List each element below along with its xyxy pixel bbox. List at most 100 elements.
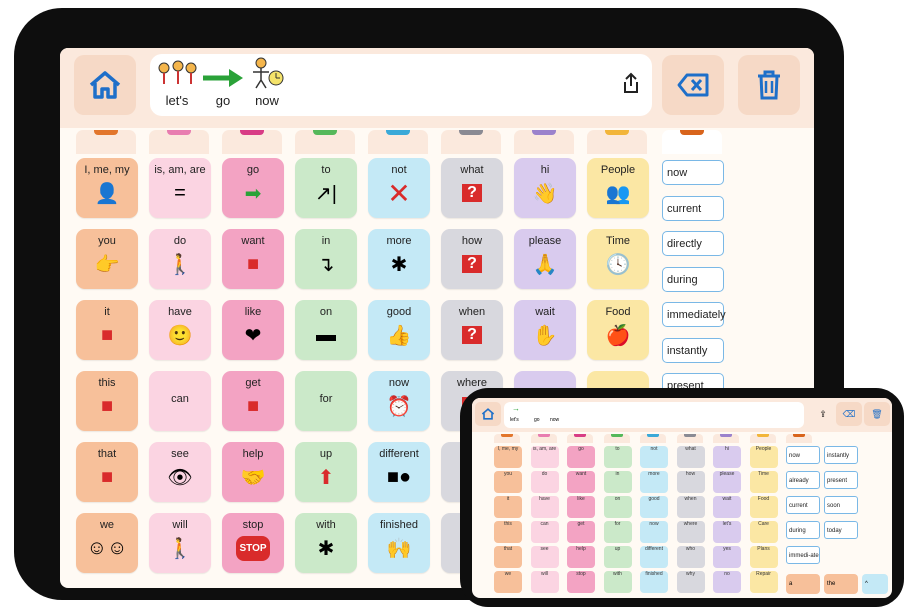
small-word-button[interactable]: now — [640, 521, 668, 543]
word-button[interactable]: finished 🙌 — [368, 513, 430, 573]
word-button[interactable]: help 🤝 — [222, 442, 284, 502]
word-button[interactable]: like ❤ — [222, 300, 284, 360]
word-button[interactable]: you 👉 — [76, 229, 138, 289]
small-word-button[interactable]: help — [567, 546, 595, 568]
small-category-tab[interactable] — [530, 434, 557, 443]
word-list-item[interactable]: now — [662, 160, 724, 185]
category-tab[interactable] — [368, 130, 428, 154]
word-button[interactable]: on ▬ — [295, 300, 357, 360]
small-scroll-up-button[interactable]: ^ — [862, 574, 888, 594]
small-word-button[interactable]: Repair — [749, 571, 778, 593]
small-word-list-item[interactable]: during — [786, 521, 820, 539]
category-tab[interactable] — [587, 130, 647, 154]
word-button[interactable]: will 🚶 — [149, 513, 211, 573]
small-word-list-item[interactable]: already — [786, 471, 820, 489]
word-button[interactable]: we ☺☺ — [76, 513, 138, 573]
small-category-tab[interactable] — [640, 434, 666, 443]
small-word-button[interactable]: no — [713, 571, 741, 593]
word-button[interactable]: more ✱ — [368, 229, 430, 289]
word-button[interactable]: not ✕ — [368, 158, 430, 218]
category-tab[interactable] — [514, 130, 574, 154]
small-word-button[interactable]: Plans — [749, 546, 778, 568]
small-word-button[interactable]: what — [676, 446, 705, 468]
small-word-button[interactable]: for — [603, 521, 632, 543]
word-button[interactable]: please 🙏 — [514, 229, 576, 289]
small-word-button[interactable]: in — [603, 471, 632, 493]
small-word-button[interactable]: more — [640, 471, 668, 493]
small-word-button[interactable]: I, me, my — [494, 446, 522, 468]
small-word-button[interactable]: that — [494, 546, 522, 568]
word-button[interactable]: is, am, are = — [149, 158, 211, 218]
word-list-item[interactable]: during — [662, 266, 724, 292]
word-list-item[interactable]: directly — [662, 231, 724, 256]
small-word-button[interactable]: want — [567, 471, 595, 493]
word-button[interactable]: hi 👋 — [514, 158, 576, 218]
word-list-item[interactable]: immediately — [662, 302, 726, 327]
word-button[interactable]: I, me, my 👤 — [76, 158, 138, 218]
word-button[interactable]: Food 🍎 — [587, 300, 649, 360]
word-list-item[interactable]: instantly — [662, 337, 724, 363]
word-button[interactable]: go ➡ — [222, 158, 284, 218]
word-button[interactable]: up ⬆ — [295, 442, 357, 502]
small-word-button[interactable]: up — [603, 546, 632, 568]
small-backspace-button[interactable]: ⌫ — [836, 402, 862, 426]
small-word-button[interactable]: you — [494, 471, 522, 493]
word-button[interactable]: when? — [441, 300, 503, 360]
word-button[interactable]: wait ✋ — [514, 300, 576, 360]
small-word-button[interactable]: get — [567, 521, 595, 543]
small-word-button[interactable]: different — [640, 546, 668, 568]
word-button[interactable]: in ↴ — [295, 229, 357, 289]
small-word-button[interactable]: go — [567, 446, 595, 468]
small-word-list-item[interactable]: soon — [824, 496, 858, 514]
small-word-button[interactable]: wait — [713, 496, 741, 518]
small-category-tab[interactable] — [749, 434, 776, 443]
small-word-button[interactable]: when — [676, 496, 705, 518]
category-tab[interactable] — [441, 130, 501, 154]
word-button[interactable]: now ⏰ — [368, 371, 430, 431]
small-word-button[interactable]: how — [676, 471, 705, 493]
small-word-button[interactable]: do — [530, 471, 559, 493]
category-tab[interactable] — [222, 130, 282, 154]
word-button[interactable]: how? — [441, 229, 503, 289]
small-word-button[interactable]: hi — [713, 446, 741, 468]
word-button[interactable]: different ■● — [368, 442, 430, 502]
small-word-button[interactable]: where — [676, 521, 705, 543]
small-word-button[interactable]: please — [713, 471, 741, 493]
word-button[interactable]: to ↗| — [295, 158, 357, 218]
small-word-button[interactable]: this — [494, 521, 522, 543]
small-category-tab[interactable] — [786, 434, 812, 443]
word-button[interactable]: what? — [441, 158, 503, 218]
small-word-list-item[interactable]: immedi-ately — [786, 546, 820, 564]
sentence-bar[interactable]: let's go now — [150, 54, 652, 116]
small-word-button[interactable]: finished — [640, 571, 668, 593]
category-tab[interactable] — [149, 130, 209, 154]
word-button[interactable]: do 🚶 — [149, 229, 211, 289]
word-button[interactable]: can — [149, 371, 211, 431]
small-word-button[interactable]: stop — [567, 571, 595, 593]
small-word-button[interactable]: can — [530, 521, 559, 543]
word-button[interactable]: it ■ — [76, 300, 138, 360]
small-word-button[interactable]: we — [494, 571, 522, 593]
sentence-word[interactable]: go — [198, 54, 248, 108]
small-word-list-item[interactable]: present — [824, 471, 858, 489]
word-button[interactable]: good 👍 — [368, 300, 430, 360]
small-word-button[interactable]: Time — [749, 471, 778, 493]
small-clear-button[interactable]: 🗑 — [864, 402, 890, 426]
small-category-tab[interactable] — [494, 434, 520, 443]
small-word-button[interactable]: have — [530, 496, 559, 518]
small-word-list-item[interactable]: instantly — [824, 446, 858, 464]
small-sentence-bar[interactable]: let's go now → — [504, 402, 804, 428]
word-button[interactable]: this ■ — [76, 371, 138, 431]
share-button[interactable] — [622, 72, 640, 99]
category-tab[interactable] — [662, 130, 722, 154]
small-category-tab[interactable] — [713, 434, 739, 443]
small-word-list-item[interactable]: now — [786, 446, 820, 464]
word-button[interactable]: stop STOP — [222, 513, 284, 573]
word-button[interactable]: see 👁 — [149, 442, 211, 502]
small-word-list-item[interactable]: current — [786, 496, 820, 514]
small-word-button[interactable]: who — [676, 546, 705, 568]
word-button[interactable]: People 👥 — [587, 158, 649, 218]
small-word-button[interactable]: why — [676, 571, 705, 593]
word-button[interactable]: that ■ — [76, 442, 138, 502]
small-word-list-item[interactable]: the — [824, 574, 858, 594]
